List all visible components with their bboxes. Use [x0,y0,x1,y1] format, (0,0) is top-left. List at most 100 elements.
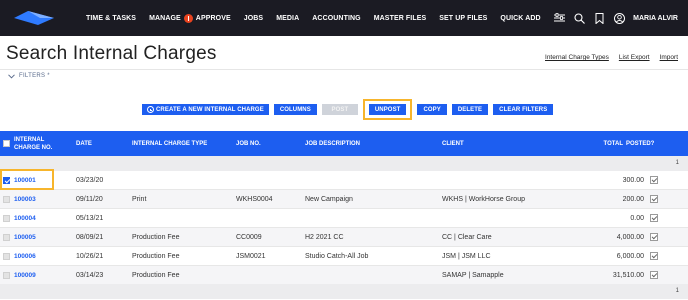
unpost-highlight: UNPOST [362,99,413,120]
table-row[interactable]: 100003 09/11/20 Print WKHS0004 New Campaign W… [0,190,688,209]
row-client: CC | Clear Care [442,234,492,241]
row-client: WKHS | WorkHorse Group [442,196,525,203]
header-charge-no[interactable]: INTERNAL CHARGE NO. [14,131,52,156]
row-checkbox[interactable] [3,253,10,260]
row-total: 31,510.00 [612,272,644,279]
row-job-description: H2 2021 CC [305,234,344,241]
nav-quick-add[interactable]: QUICK ADD [500,15,540,22]
select-all-checkbox[interactable] [3,140,10,147]
row-charge-type: Print [132,196,147,203]
row-client: SAMAP | Samapple [442,272,504,279]
charge-no-link[interactable]: 100005 [14,228,36,247]
action-toolbar: CREATE A NEW INTERNAL CHARGE COLUMNS POS… [142,99,554,120]
charge-no-link[interactable]: 100009 [14,266,36,285]
list-export-link[interactable]: List Export [619,54,650,61]
row-total: 300.00 [622,177,644,184]
row-total: 4,000.00 [616,234,644,241]
row-job-description: New Campaign [305,196,353,203]
table-row[interactable]: 100001 03/23/20 300.00 [0,171,688,190]
row-charge-type: Production Fee [132,272,180,279]
header-charge-type[interactable]: INTERNAL CHARGE TYPE [132,131,207,156]
nav-set-up-files[interactable]: SET UP FILES [439,15,487,22]
nav-approve-label[interactable]: APPROVE [196,15,231,22]
row-job-no: JSM0021 [236,253,266,260]
user-name[interactable]: MARIA ALVIR [633,15,678,22]
table-row[interactable]: 100009 03/14/23 Production Fee SAMAP | Sama… [0,266,688,285]
row-charge-type: Production Fee [132,253,180,260]
row-total: 6,000.00 [616,253,644,260]
unpost-button[interactable]: UNPOST [368,104,407,115]
create-label: CREATE A NEW INTERNAL CHARGE [156,106,264,113]
bookmark-icon[interactable] [593,12,605,24]
posted-checkbox[interactable] [650,252,658,260]
clear-filters-button[interactable]: CLEAR FILTERS [493,104,554,115]
row-job-description: Studio Catch-All Job [305,253,369,260]
main-nav: TIME & TASKS MANAGE APPROVE JOBS MEDIA A… [86,0,541,36]
app-logo[interactable] [14,9,54,27]
row-charge-type: Production Fee [132,234,180,241]
plus-circle-icon [147,106,154,113]
nav-jobs[interactable]: JOBS [244,15,263,22]
header-posted[interactable]: POSTED? [626,131,654,156]
nav-accounting[interactable]: ACCOUNTING [312,15,360,22]
row-date: 03/23/20 [76,177,104,184]
nav-media[interactable]: MEDIA [276,15,299,22]
header-job-no[interactable]: JOB NO. [236,131,261,156]
internal-charge-types-link[interactable]: Internal Charge Types [545,54,609,61]
table-header: INTERNAL CHARGE NO. DATE INTERNAL CHARGE… [0,131,688,156]
charge-no-link[interactable]: 100004 [14,209,36,228]
chevron-down-icon [8,73,15,79]
nav-right-tools: MARIA ALVIR [553,0,678,36]
page-number[interactable]: 1 [676,288,679,294]
nav-manage-label: MANAGE [149,14,181,22]
delete-button[interactable]: DELETE [451,104,489,115]
alert-badge-icon [183,13,193,23]
header-total[interactable]: TOTAL [604,131,623,156]
nav-time-tasks[interactable]: TIME & TASKS [86,15,136,22]
posted-checkbox[interactable] [650,214,658,222]
row-checkbox[interactable] [3,272,10,279]
filters-label: FILTERS * [19,73,50,79]
post-button[interactable]: POST [321,104,358,115]
user-avatar-icon[interactable] [613,12,625,24]
filters-toggle[interactable]: FILTERS * [8,73,50,79]
row-checkbox[interactable] [3,234,10,241]
copy-button[interactable]: COPY [417,104,447,115]
columns-button[interactable]: COLUMNS [273,104,317,115]
create-internal-charge-button[interactable]: CREATE A NEW INTERNAL CHARGE [142,104,269,115]
row-total: 0.00 [630,215,644,222]
header-date[interactable]: DATE [76,131,92,156]
settings-sliders-icon[interactable] [553,12,565,24]
table-row[interactable]: 100005 08/09/21 Production Fee CC0009 H2 202… [0,228,688,247]
header-job-description[interactable]: JOB DESCRIPTION [305,131,360,156]
row-checkbox[interactable] [3,215,10,222]
row-job-no: CC0009 [236,234,262,241]
page-number[interactable]: 1 [676,160,679,166]
page-title: Search Internal Charges [6,43,217,64]
table-row[interactable]: 100004 05/13/21 0.00 [0,209,688,228]
pagination-top: 1 [0,156,688,171]
pagination-bottom: 1 [0,284,688,299]
charge-no-link[interactable]: 100006 [14,247,36,266]
row-client: JSM | JSM LLC [442,253,491,260]
row-date: 08/09/21 [76,234,104,241]
row-checkbox[interactable] [3,196,10,203]
row-date: 05/13/21 [76,215,104,222]
header-charge-no-line1: INTERNAL [14,136,45,143]
row-date: 10/26/21 [76,253,104,260]
posted-checkbox[interactable] [650,271,658,279]
top-nav-bar: TIME & TASKS MANAGE APPROVE JOBS MEDIA A… [0,0,688,36]
row-job-no: WKHS0004 [236,196,273,203]
posted-checkbox[interactable] [650,233,658,241]
row-date: 03/14/23 [76,272,104,279]
title-links: Internal Charge Types List Export Import [545,54,678,61]
nav-manage[interactable]: MANAGE APPROVE [149,13,231,23]
header-client[interactable]: CLIENT [442,131,464,156]
posted-checkbox[interactable] [650,195,658,203]
charge-no-link[interactable]: 100003 [14,190,36,209]
table-row[interactable]: 100006 10/26/21 Production Fee JSM0021 Studi… [0,247,688,266]
search-icon[interactable] [573,12,585,24]
nav-master-files[interactable]: MASTER FILES [374,15,427,22]
posted-checkbox[interactable] [650,176,658,184]
import-link[interactable]: Import [660,54,678,61]
